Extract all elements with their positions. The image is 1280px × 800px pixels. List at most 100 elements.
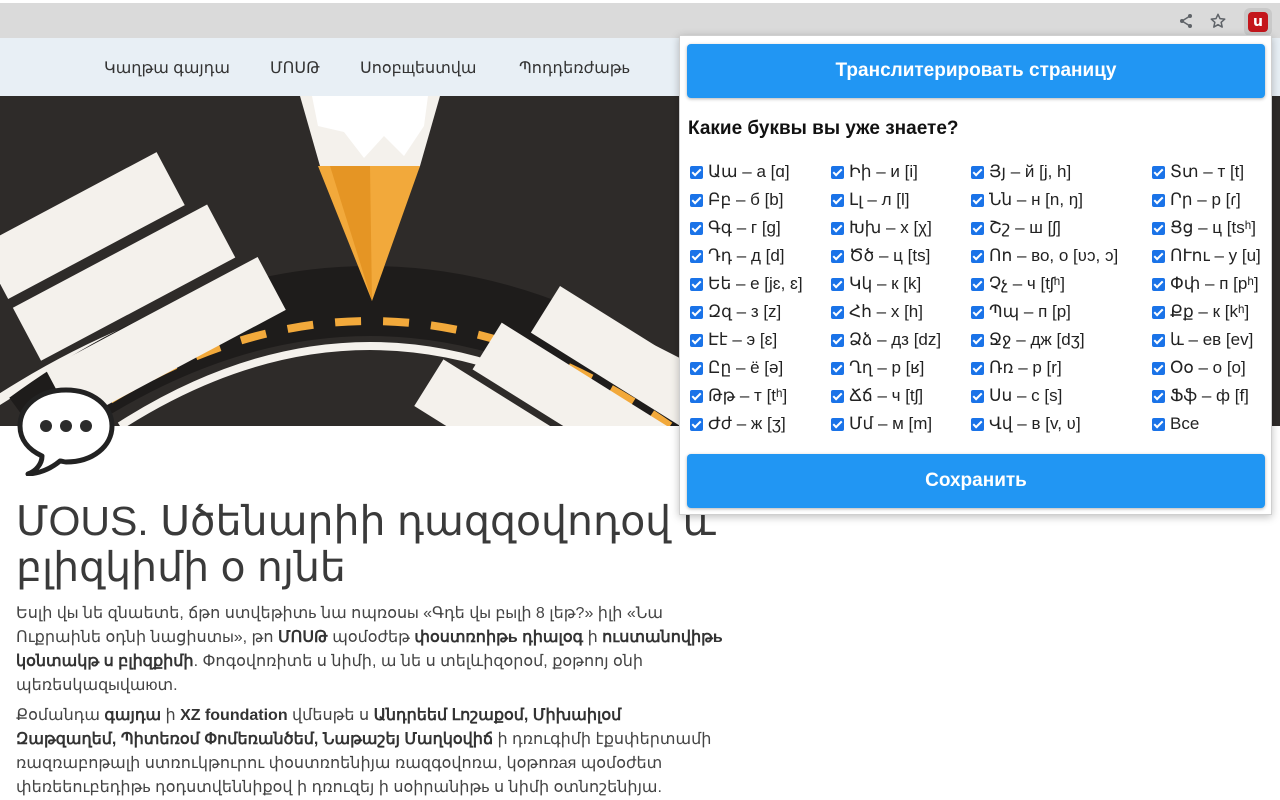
letter-checkbox[interactable] <box>690 333 703 347</box>
letter-option[interactable]: Յյ – й [j, h] <box>971 160 1071 184</box>
letter-option[interactable]: Քք – к [kʰ] <box>1152 300 1249 324</box>
letter-checkbox[interactable] <box>1152 249 1165 263</box>
letter-label: Րր – р [ɾ] <box>1170 190 1241 209</box>
letter-checkbox[interactable] <box>831 389 844 403</box>
letter-label: Նն – н [n, ŋ] <box>989 190 1083 209</box>
nav-item-guide[interactable]: Կաղթա գայդա <box>104 58 230 78</box>
letter-option[interactable]: Եե – е [jɛ, ɛ] <box>690 272 803 296</box>
letter-option[interactable]: Բբ – б [b] <box>690 188 783 212</box>
letter-option[interactable]: Все <box>1152 412 1199 436</box>
letter-checkbox[interactable] <box>831 333 844 347</box>
letter-option[interactable]: Ռռ – р [r] <box>971 356 1062 380</box>
letter-checkbox[interactable] <box>971 361 984 375</box>
letter-checkbox[interactable] <box>690 389 703 403</box>
letter-checkbox[interactable] <box>831 417 844 431</box>
star-icon[interactable] <box>1206 9 1230 33</box>
letter-checkbox[interactable] <box>1152 277 1165 291</box>
letter-option[interactable]: Ճճ – ч [tʃ] <box>831 384 923 408</box>
letter-checkbox[interactable] <box>690 417 703 431</box>
letter-option[interactable]: Գգ – г [g] <box>690 216 781 240</box>
letter-checkbox[interactable] <box>1152 165 1165 179</box>
letter-option[interactable]: Պպ – п [p] <box>971 300 1071 324</box>
letter-option[interactable]: Վվ – в [v, ʋ] <box>971 412 1081 436</box>
letter-option[interactable]: Խխ – х [χ] <box>831 216 932 240</box>
letter-option[interactable]: և – ев [ev] <box>1152 328 1253 352</box>
letter-checkbox[interactable] <box>831 249 844 263</box>
letter-checkbox[interactable] <box>690 165 703 179</box>
letter-option[interactable]: Ոո – во, о [ʋɔ, ɔ] <box>971 244 1118 268</box>
letter-option[interactable]: Նն – н [n, ŋ] <box>971 188 1083 212</box>
letter-checkbox[interactable] <box>971 305 984 319</box>
bold-text: XZ foundation <box>180 707 288 724</box>
letter-label: Եե – е [jɛ, ɛ] <box>708 274 803 293</box>
letter-option[interactable]: Հհ – х [h] <box>831 300 923 324</box>
letter-option[interactable]: Չչ – ч [tʃʰ] <box>971 272 1065 296</box>
letter-checkbox[interactable] <box>1152 193 1165 207</box>
letter-option[interactable]: Րր – р [ɾ] <box>1152 188 1241 212</box>
letter-checkbox[interactable] <box>831 277 844 291</box>
letter-option[interactable]: Օօ – о [o] <box>1152 356 1246 380</box>
letter-checkbox[interactable] <box>1152 221 1165 235</box>
letter-checkbox[interactable] <box>971 193 984 207</box>
letter-option[interactable]: Կկ – к [k] <box>831 272 921 296</box>
letter-option[interactable]: Էէ – э [ɛ] <box>690 328 777 352</box>
letter-option[interactable]: Սս – с [s] <box>971 384 1062 408</box>
letter-option[interactable]: Ջջ – дж [dʒ] <box>971 328 1085 352</box>
bold-text: գայդա <box>104 707 162 724</box>
letter-checkbox[interactable] <box>1152 417 1165 431</box>
letter-checkbox[interactable] <box>690 221 703 235</box>
share-icon[interactable] <box>1174 9 1198 33</box>
letter-option[interactable]: Դդ – д [d] <box>690 244 785 268</box>
letter-label: Ռռ – р [r] <box>989 358 1062 377</box>
letter-checkbox[interactable] <box>971 165 984 179</box>
letter-label: Հհ – х [h] <box>849 302 923 321</box>
letter-checkbox[interactable] <box>971 249 984 263</box>
letter-checkbox[interactable] <box>690 277 703 291</box>
letter-option[interactable]: Տտ – т [t] <box>1152 160 1244 184</box>
letter-option[interactable]: Լլ – л [l] <box>831 188 909 212</box>
save-button[interactable]: Сохранить <box>687 454 1265 508</box>
letter-checkbox[interactable] <box>1152 361 1165 375</box>
letter-checkbox[interactable] <box>690 249 703 263</box>
letter-checkbox[interactable] <box>831 165 844 179</box>
address-bar[interactable] <box>0 3 1168 38</box>
letter-option[interactable]: Փփ – п [pʰ] <box>1152 272 1259 296</box>
letter-checkbox[interactable] <box>690 305 703 319</box>
letter-option[interactable]: Ձձ – дз [dz] <box>831 328 941 352</box>
letter-option[interactable]: Ղղ – р [ʁ] <box>831 356 924 380</box>
letter-checkbox[interactable] <box>831 221 844 235</box>
transliterate-page-button[interactable]: Транслитерировать страницу <box>687 44 1265 98</box>
letter-option[interactable]: Շշ – ш [ʃ] <box>971 216 1061 240</box>
letter-checkbox[interactable] <box>1152 389 1165 403</box>
letter-checkbox[interactable] <box>831 361 844 375</box>
letter-checkbox[interactable] <box>971 333 984 347</box>
nav-item-community[interactable]: Սոօբщեստվա <box>360 58 477 78</box>
letter-checkbox[interactable] <box>690 361 703 375</box>
letter-option[interactable]: Ժժ – ж [ʒ] <box>690 412 786 436</box>
letter-option[interactable]: Աա – а [ɑ] <box>690 160 790 184</box>
nav-item-most[interactable]: ՄՈՍԹ <box>270 58 320 78</box>
letter-option[interactable]: ՈՒու – у [u] <box>1152 244 1261 268</box>
translit-extension-button[interactable]: u <box>1244 8 1272 36</box>
letter-option[interactable]: Զզ – з [z] <box>690 300 781 324</box>
translit-extension-icon: u <box>1248 12 1268 32</box>
letter-checkbox[interactable] <box>1152 305 1165 319</box>
nav-item-support[interactable]: Պոդդեռժաթь <box>519 58 630 78</box>
letter-option[interactable]: Ցց – ц [tsʰ] <box>1152 216 1256 240</box>
letter-option[interactable]: Թթ – т [tʰ] <box>690 384 787 408</box>
letter-option[interactable]: Մմ – м [m] <box>831 412 932 436</box>
letter-checkbox[interactable] <box>971 389 984 403</box>
letter-option[interactable]: Ֆֆ – ф [f] <box>1152 384 1249 408</box>
letter-checkbox[interactable] <box>690 193 703 207</box>
letter-checkbox[interactable] <box>831 305 844 319</box>
letter-checkbox[interactable] <box>971 417 984 431</box>
letter-label: և – ев [ev] <box>1170 330 1254 349</box>
letter-option[interactable]: Ըը – ё [ə] <box>690 356 783 380</box>
letter-checkbox[interactable] <box>1152 333 1165 347</box>
transliteration-popup: Транслитерировать страницу Какие буквы в… <box>679 35 1272 515</box>
letter-checkbox[interactable] <box>971 221 984 235</box>
letter-option[interactable]: Իի – и [i] <box>831 160 918 184</box>
letter-option[interactable]: Ծծ – ц [ts] <box>831 244 930 268</box>
letter-checkbox[interactable] <box>831 193 844 207</box>
letter-checkbox[interactable] <box>971 277 984 291</box>
